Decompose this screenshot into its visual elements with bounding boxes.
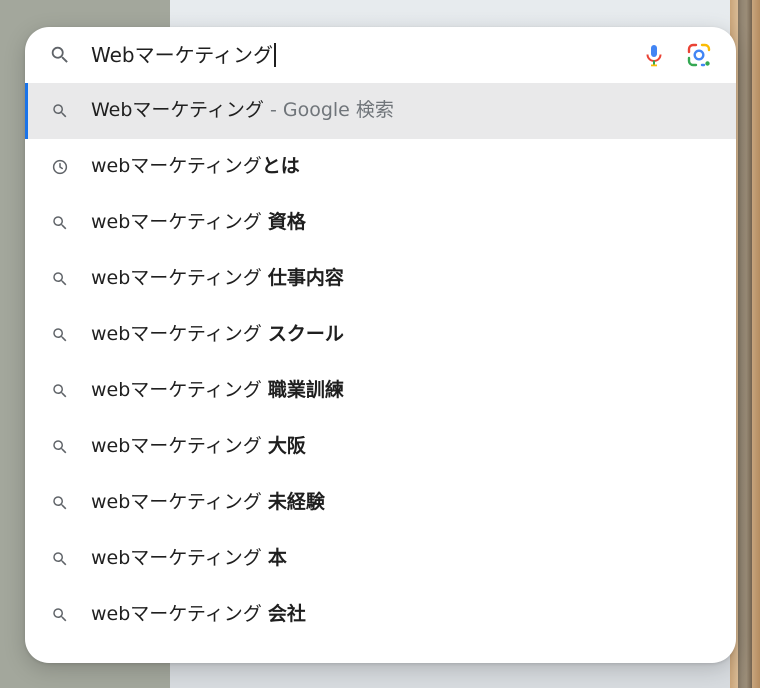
suggestion-item[interactable]: Webマーケティング - Google 検索 bbox=[25, 83, 736, 139]
suggestion-text: Webマーケティング - Google 検索 bbox=[91, 96, 394, 124]
suggestion-base: webマーケティング bbox=[91, 211, 268, 233]
suggestion-completion: スクール bbox=[267, 323, 344, 345]
suggestion-item[interactable]: webマーケティング 大阪 bbox=[25, 419, 736, 475]
search-icon bbox=[51, 46, 68, 63]
suggestion-item[interactable]: webマーケティング 会社 bbox=[25, 587, 736, 643]
suggestion-text: webマーケティング 本 bbox=[91, 544, 287, 572]
background-window-frame bbox=[738, 0, 752, 688]
search-input[interactable]: Webマーケティング bbox=[91, 41, 276, 69]
suggestion-base: webマーケティング bbox=[91, 435, 268, 457]
suggestion-base: webマーケティング bbox=[91, 603, 268, 625]
microphone-icon[interactable] bbox=[639, 40, 669, 70]
suggestion-text: webマーケティング 大阪 bbox=[91, 432, 306, 460]
suggestion-item[interactable]: webマーケティング 職業訓練 bbox=[25, 363, 736, 419]
search-icon bbox=[53, 440, 67, 454]
suggestion-item[interactable]: webマーケティング 資格 bbox=[25, 195, 736, 251]
suggestion-completion: とは bbox=[261, 155, 300, 177]
suggestion-text: webマーケティング スクール bbox=[91, 320, 344, 348]
suggestion-text: webマーケティングとは bbox=[91, 152, 300, 180]
history-clock-icon bbox=[52, 159, 68, 175]
suggestion-base: webマーケティング bbox=[91, 547, 268, 569]
google-lens-icon[interactable] bbox=[685, 41, 713, 69]
suggestion-completion: 未経験 bbox=[267, 491, 325, 513]
suggestion-hint: - Google 検索 bbox=[263, 99, 394, 121]
search-bar[interactable]: Webマーケティング bbox=[25, 27, 736, 83]
search-icon bbox=[53, 104, 67, 118]
suggestion-text: webマーケティング 資格 bbox=[91, 208, 306, 236]
search-icon bbox=[53, 552, 67, 566]
search-icon bbox=[53, 272, 67, 286]
search-icon bbox=[53, 328, 67, 342]
suggestion-completion: 本 bbox=[267, 547, 287, 569]
suggestion-base: webマーケティング bbox=[91, 379, 268, 401]
suggestion-item[interactable]: webマーケティング 仕事内容 bbox=[25, 251, 736, 307]
suggestion-text: webマーケティング 会社 bbox=[91, 600, 306, 628]
suggestion-completion: 会社 bbox=[267, 603, 306, 625]
search-suggestions-panel: Webマーケティング Webマーケティング - Google 検索 webマーケテ… bbox=[25, 27, 736, 663]
suggestion-completion: 仕事内容 bbox=[267, 267, 344, 289]
suggestion-completion: 職業訓練 bbox=[267, 379, 344, 401]
suggestion-base: webマーケティング bbox=[91, 491, 268, 513]
search-icon bbox=[53, 496, 67, 510]
suggestion-text: webマーケティング 未経験 bbox=[91, 488, 325, 516]
suggestion-item[interactable]: webマーケティングとは bbox=[25, 139, 736, 195]
suggestion-item[interactable]: webマーケティング スクール bbox=[25, 307, 736, 363]
suggestion-text: webマーケティング 職業訓練 bbox=[91, 376, 344, 404]
suggestion-completion: 大阪 bbox=[267, 435, 306, 457]
suggestion-item[interactable]: webマーケティング 本 bbox=[25, 531, 736, 587]
suggestion-base: webマーケティング bbox=[91, 267, 268, 289]
search-icon bbox=[53, 608, 67, 622]
search-query-text: Webマーケティング bbox=[91, 43, 274, 67]
search-icon bbox=[53, 216, 67, 230]
suggestion-base: webマーケティング bbox=[91, 155, 262, 177]
suggestion-completion: 資格 bbox=[267, 211, 306, 233]
suggestion-text: webマーケティング 仕事内容 bbox=[91, 264, 344, 292]
suggestion-item[interactable]: webマーケティング 未経験 bbox=[25, 475, 736, 531]
suggestion-list: Webマーケティング - Google 検索 webマーケティングとは webマーケ… bbox=[25, 83, 736, 643]
suggestion-base: webマーケティング bbox=[91, 323, 268, 345]
text-caret bbox=[274, 43, 276, 67]
suggestion-base: Webマーケティング bbox=[91, 99, 264, 121]
search-icon bbox=[53, 384, 67, 398]
